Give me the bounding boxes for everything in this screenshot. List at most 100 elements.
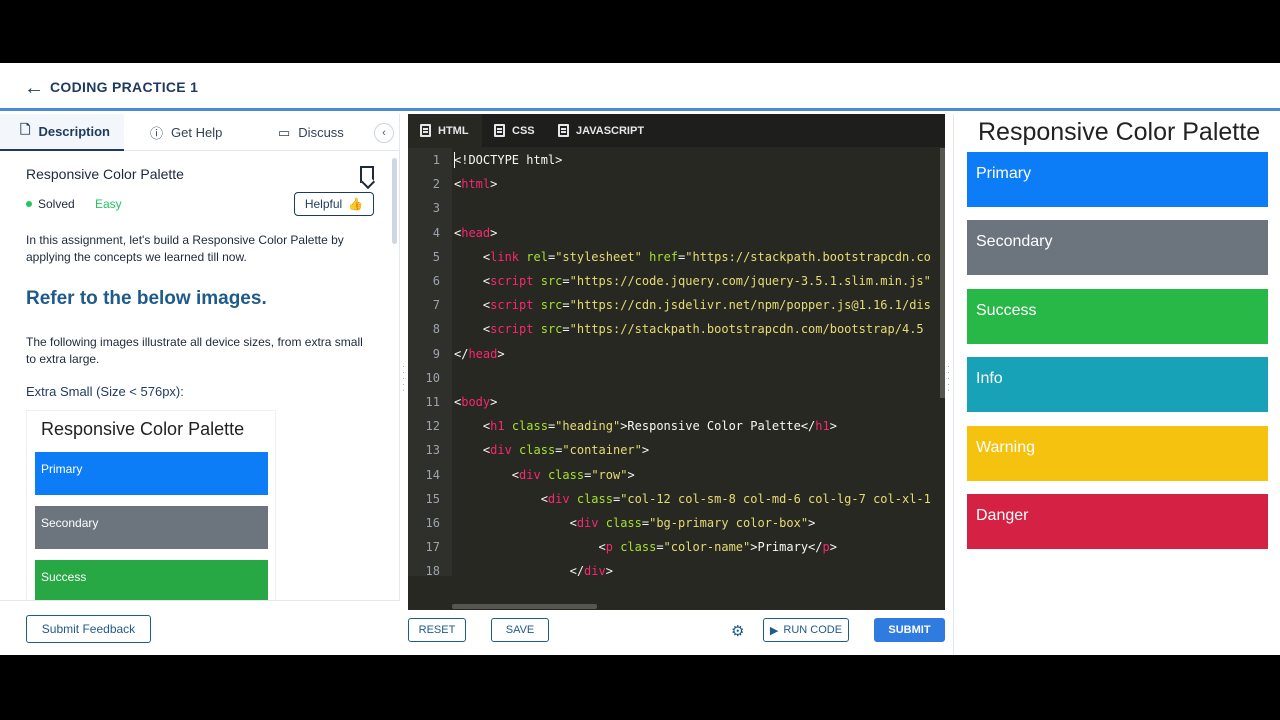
status-badge: Solved (26, 197, 75, 211)
code-line[interactable]: 18 </div> (408, 559, 945, 576)
line-number: 18 (425, 564, 440, 576)
tab-discuss-label: Discuss (298, 125, 344, 140)
helpful-button[interactable]: Helpful 👍 (294, 192, 374, 216)
code-text: <link rel="stylesheet" href="https://sta… (454, 249, 931, 264)
line-number: 11 (425, 395, 440, 409)
editor-vertical-scrollbar[interactable] (940, 148, 945, 398)
output-preview: Responsive Color Palette Primary Seconda… (953, 114, 1280, 655)
output-box-success: Success (967, 289, 1268, 344)
line-number: 5 (432, 249, 440, 264)
line-number: 16 (425, 516, 440, 530)
reference-image: Responsive Color Palette Primary Seconda… (26, 410, 276, 600)
line-number: 14 (425, 467, 440, 482)
reference-box-success: Success (35, 560, 268, 600)
code-line[interactable]: 7 <script src="https://cdn.jsdelivr.net/… (408, 293, 945, 317)
code-line[interactable]: 1 <!DOCTYPE html> (408, 148, 945, 172)
code-line[interactable]: 5 <link rel="stylesheet" href="https://s… (408, 245, 945, 269)
code-line[interactable]: 8 <script src="https://stackpath.bootstr… (408, 317, 945, 341)
tab-description[interactable]: 🗋 Description (0, 114, 124, 151)
code-text: <div class="bg-primary color-box"> (454, 516, 816, 530)
left-tabs: 🗋 Description ⓘ Get Help ▭ Discuss ‹ (0, 114, 400, 151)
editor-action-bar: RESET SAVE ⚙ ▶ RUN CODE SUBMIT (400, 610, 953, 655)
code-text: </div> (454, 564, 613, 576)
code-text: <div class="col-12 col-sm-8 col-md-6 col… (454, 491, 931, 506)
line-number: 6 (432, 274, 440, 288)
code-line[interactable]: 17 <p class="color-name">Primary</p> (408, 535, 945, 559)
code-line[interactable]: 4 <head> (408, 221, 945, 245)
collapse-panel-button[interactable]: ‹ (374, 123, 394, 143)
save-button[interactable]: SAVE (491, 618, 549, 642)
line-number: 10 (425, 370, 440, 385)
reference-box-secondary: Secondary (35, 506, 268, 549)
code-text: <p class="color-name">Primary</p> (454, 540, 837, 555)
output-box-danger: Danger (967, 494, 1268, 549)
output-box-secondary: Secondary (967, 220, 1268, 275)
tab-get-help[interactable]: ⓘ Get Help (150, 114, 222, 151)
code-text: </head> (454, 346, 505, 361)
code-line[interactable]: 13 <div class="container"> (408, 438, 945, 462)
editor-tabs: HTML CSS JAVASCRIPT (408, 114, 945, 147)
code-text: <head> (454, 225, 498, 240)
tab-html[interactable]: HTML (408, 114, 482, 147)
code-line[interactable]: 2 <html> (408, 172, 945, 196)
bookmark-icon[interactable] (360, 166, 374, 183)
code-text: <h1 class="heading">Responsive Color Pal… (454, 419, 837, 434)
code-area[interactable]: 1 <!DOCTYPE html> 2 <html> 3 4 <head> 5 <link r… (408, 148, 945, 576)
page-title: CODING PRACTICE 1 (50, 79, 199, 95)
code-text: <html> (454, 177, 498, 192)
run-code-label: RUN CODE (783, 624, 843, 636)
tab-javascript[interactable]: JAVASCRIPT (558, 114, 644, 147)
run-code-button[interactable]: ▶ RUN CODE (763, 618, 849, 642)
description-panel: 🗋 Description ⓘ Get Help ▭ Discuss ‹ Res… (0, 114, 400, 655)
code-line[interactable]: 6 <script src="https://code.jquery.com/j… (408, 269, 945, 293)
code-line[interactable]: 14 <div class="row"> (408, 463, 945, 487)
code-text: <script src="https://cdn.jsdelivr.net/np… (454, 298, 931, 313)
reset-button[interactable]: RESET (408, 618, 466, 642)
line-number: 3 (432, 201, 440, 216)
thumbs-up-icon: 👍 (348, 197, 364, 211)
submit-feedback-button[interactable]: Submit Feedback (26, 615, 151, 643)
code-line[interactable]: 9 </head> (408, 342, 945, 366)
code-line[interactable]: 3 (408, 196, 945, 220)
device-sizes-text: The following images illustrate all devi… (26, 335, 363, 366)
left-footer: Submit Feedback (0, 600, 400, 655)
code-line[interactable]: 12 <h1 class="heading">Responsive Color … (408, 414, 945, 438)
tab-discuss[interactable]: ▭ Discuss (278, 114, 344, 151)
code-text: <script src="https://stackpath.bootstrap… (454, 322, 924, 337)
intro-text: In this assignment, let's build a Respon… (26, 233, 344, 264)
output-box-warning: Warning (967, 426, 1268, 481)
difficulty-label: Easy (95, 197, 122, 211)
play-icon: ▶ (769, 624, 779, 637)
code-line[interactable]: 16 <div class="bg-primary color-box"> (408, 511, 945, 535)
left-splitter-handle[interactable]: · · · · · (402, 362, 405, 395)
code-text: <body> (454, 395, 498, 409)
code-line[interactable]: 10 (408, 366, 945, 390)
code-line[interactable]: 15 <div class="col-12 col-sm-8 col-md-6 … (408, 487, 945, 511)
chevron-left-icon: ‹ (382, 127, 386, 139)
gear-icon[interactable]: ⚙ (731, 622, 744, 640)
description-scroll-thumb[interactable] (392, 158, 397, 244)
output-box-primary: Primary (967, 152, 1268, 207)
description-content: Responsive Color Palette Solved Easy Hel… (0, 152, 390, 600)
tab-css[interactable]: CSS (494, 114, 535, 147)
code-line[interactable]: 11 <body> (408, 390, 945, 414)
arrow-left-icon[interactable]: ← (24, 77, 44, 100)
app-frame: ← CODING PRACTICE 1 🗋 Description ⓘ Get … (0, 63, 1280, 655)
reference-image-title: Responsive Color Palette (41, 419, 245, 439)
editor-horizontal-scrollbar[interactable] (452, 604, 597, 609)
submit-button[interactable]: SUBMIT (874, 618, 945, 642)
line-number: 13 (425, 443, 440, 458)
tab-html-label: HTML (438, 124, 469, 137)
output-box-info: Info (967, 357, 1268, 412)
line-number: 7 (432, 298, 440, 313)
css3-icon (494, 124, 505, 137)
status-dot-icon (26, 201, 32, 207)
right-splitter-handle[interactable]: · · · · · (947, 362, 950, 395)
tab-get-help-label: Get Help (171, 125, 223, 140)
document-icon: 🗋 (20, 121, 31, 137)
line-number: 8 (432, 322, 440, 337)
javascript-icon (558, 124, 569, 137)
tab-javascript-label: JAVASCRIPT (576, 124, 645, 137)
text-cursor (454, 152, 455, 168)
top-bar: ← CODING PRACTICE 1 (0, 63, 1280, 111)
